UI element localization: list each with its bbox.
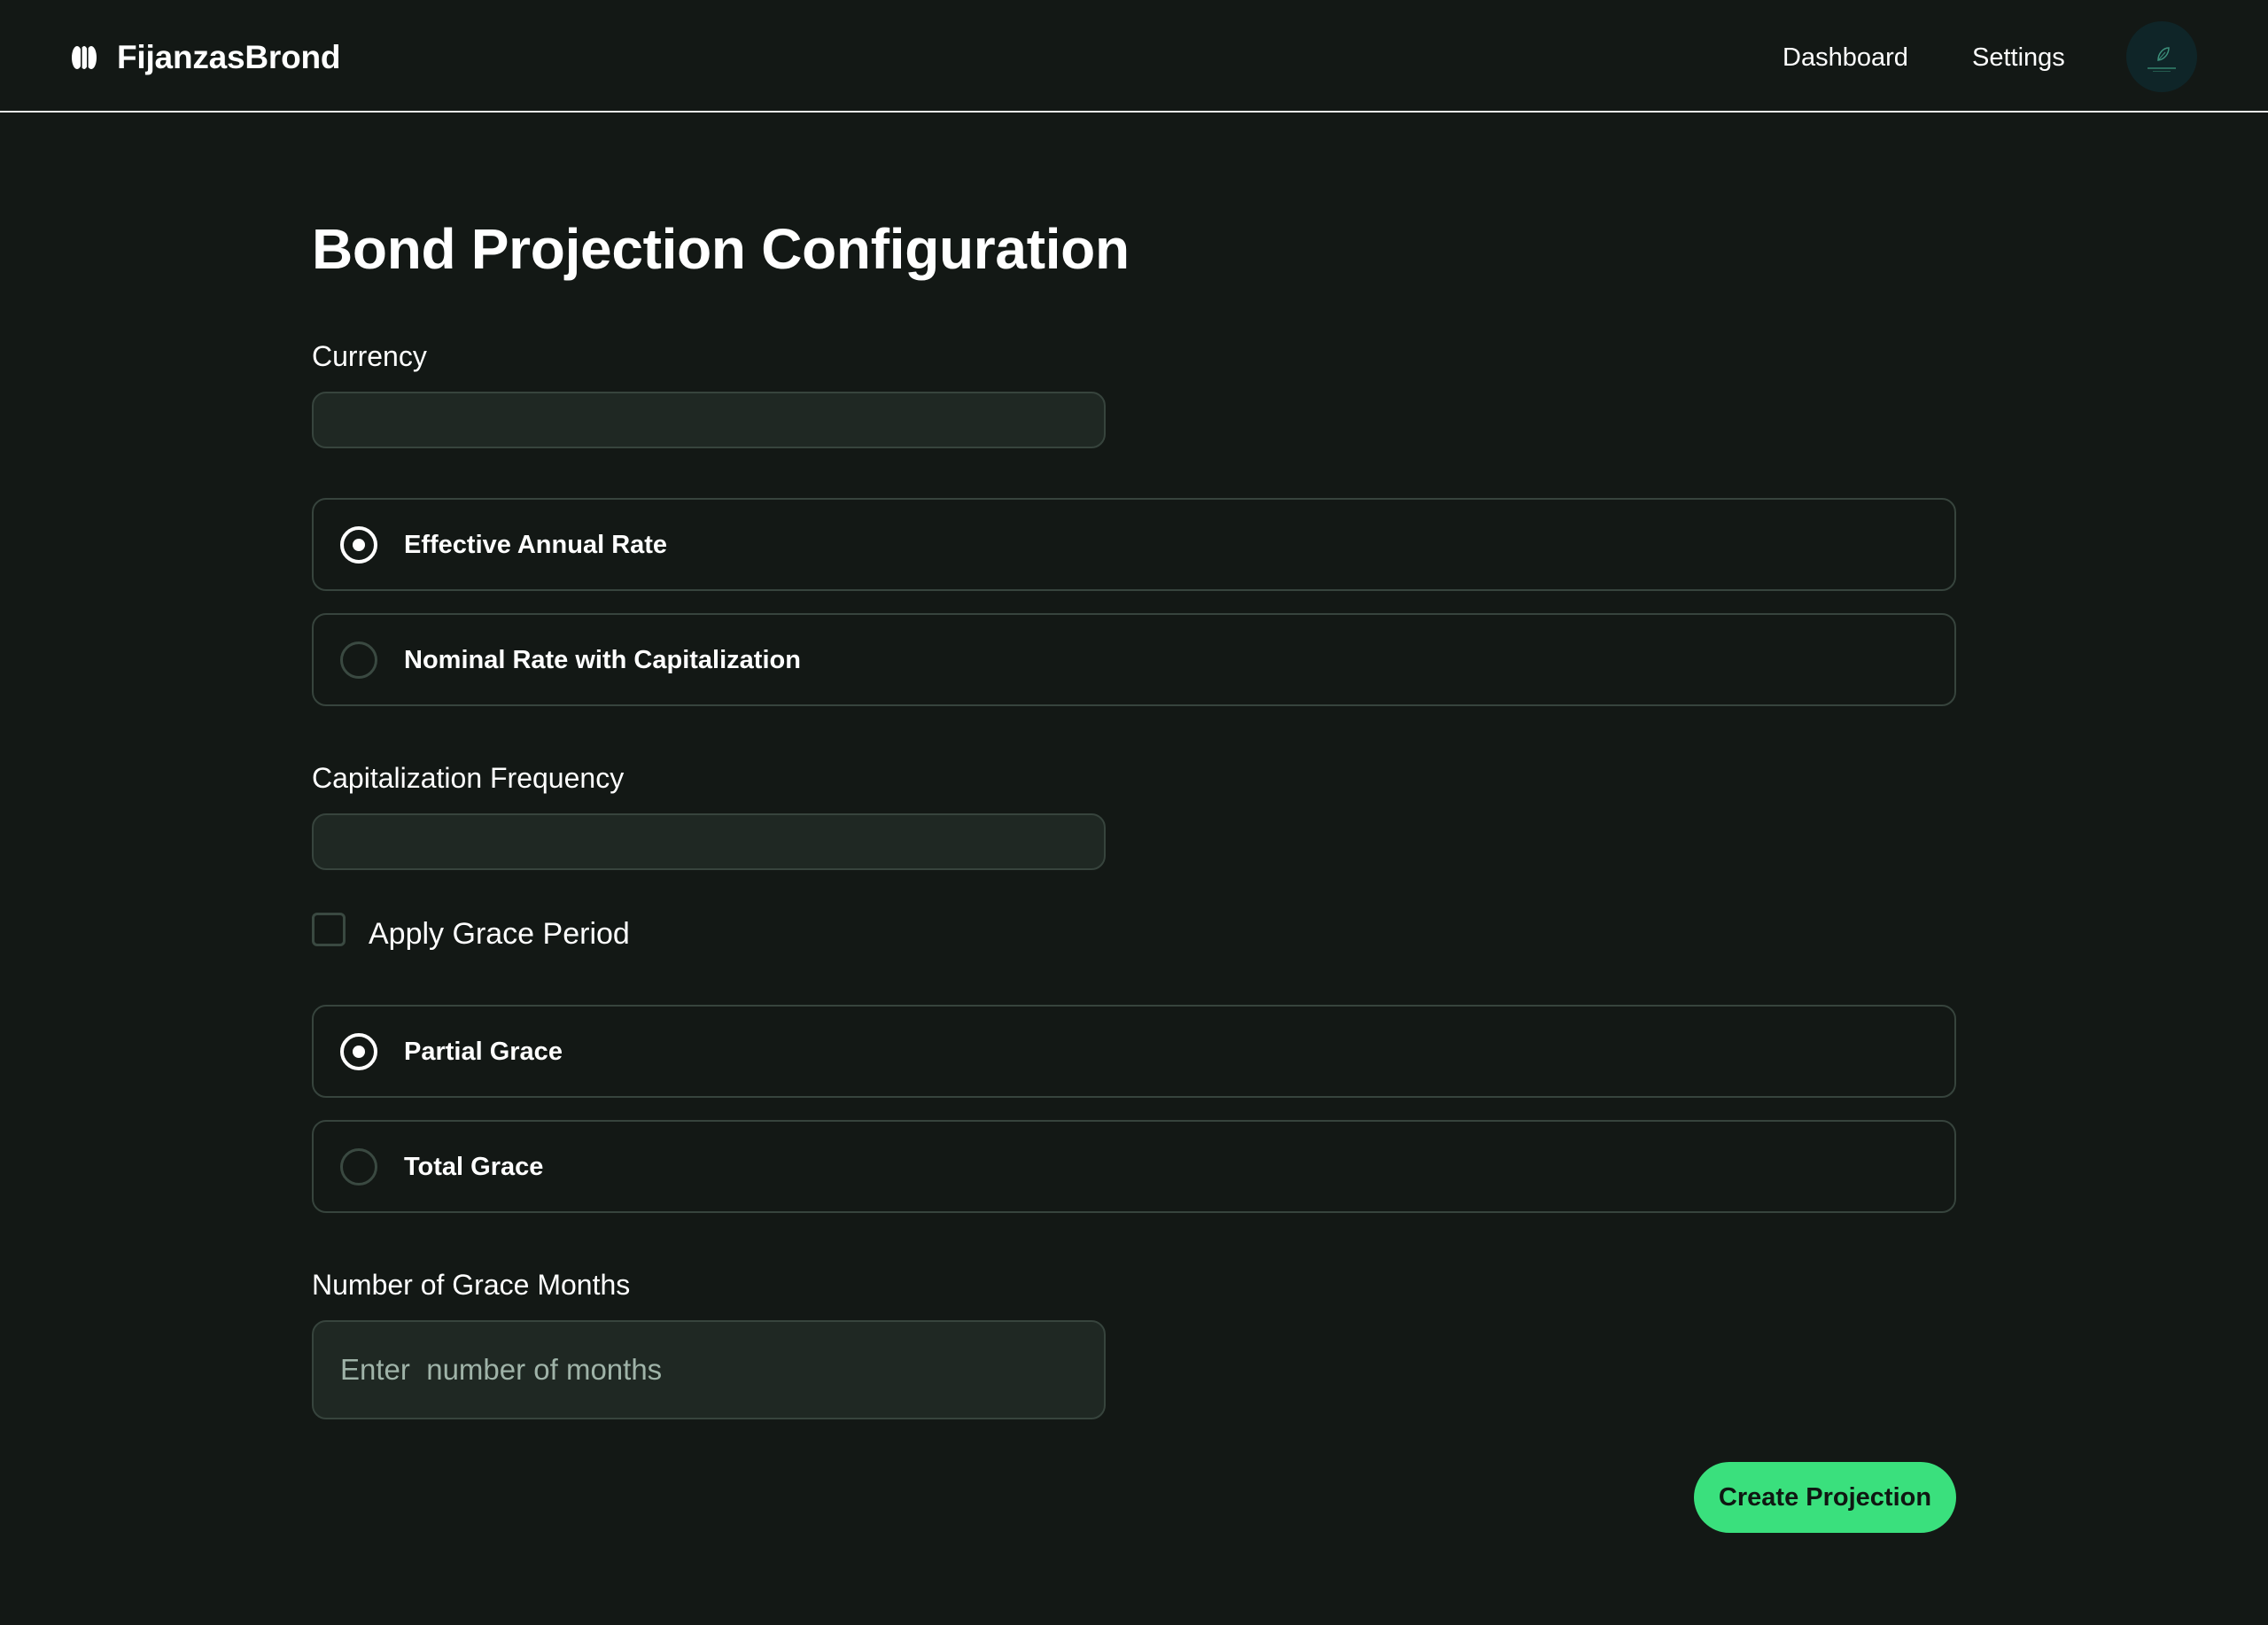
brand[interactable]: FijanzasBrond (71, 35, 341, 80)
grace-option-total[interactable]: Total Grace (312, 1120, 1956, 1213)
apply-grace-label[interactable]: Apply Grace Period (369, 914, 630, 953)
app-root: FijanzasBrond Dashboard Settings Bond Pr… (0, 0, 2268, 1625)
rate-option-nominal[interactable]: Nominal Rate with Capitalization (312, 613, 1956, 706)
grace-option-label: Partial Grace (404, 1038, 563, 1066)
create-projection-button[interactable]: Create Projection (1694, 1462, 1956, 1533)
page-title: Bond Projection Configuration (312, 217, 1130, 281)
radio-unchecked-icon (340, 1148, 377, 1186)
nav-link-settings[interactable]: Settings (1972, 37, 2065, 78)
grace-option-label: Total Grace (404, 1153, 544, 1181)
nav-link-dashboard[interactable]: Dashboard (1783, 37, 1908, 78)
radio-checked-icon (340, 1033, 377, 1070)
avatar[interactable] (2126, 21, 2197, 92)
top-navbar: FijanzasBrond Dashboard Settings (0, 0, 2268, 113)
currency-label: Currency (312, 340, 427, 372)
grace-option-partial[interactable]: Partial Grace (312, 1005, 1956, 1098)
radio-checked-icon (340, 526, 377, 564)
capitalization-frequency-select[interactable] (312, 813, 1106, 870)
radio-unchecked-icon (340, 641, 377, 679)
rate-option-label: Nominal Rate with Capitalization (404, 646, 801, 674)
brand-name: FijanzasBrond (117, 39, 341, 75)
leaf-avatar-icon (2148, 47, 2176, 72)
apply-grace-checkbox[interactable] (312, 913, 346, 946)
grace-months-label: Number of Grace Months (312, 1269, 631, 1301)
brand-logo-icon (71, 44, 97, 71)
capitalization-frequency-label: Capitalization Frequency (312, 762, 625, 794)
rate-option-label: Effective Annual Rate (404, 531, 668, 559)
rate-option-effective-annual[interactable]: Effective Annual Rate (312, 498, 1956, 591)
grace-months-input[interactable] (312, 1320, 1106, 1419)
currency-select[interactable] (312, 392, 1106, 448)
